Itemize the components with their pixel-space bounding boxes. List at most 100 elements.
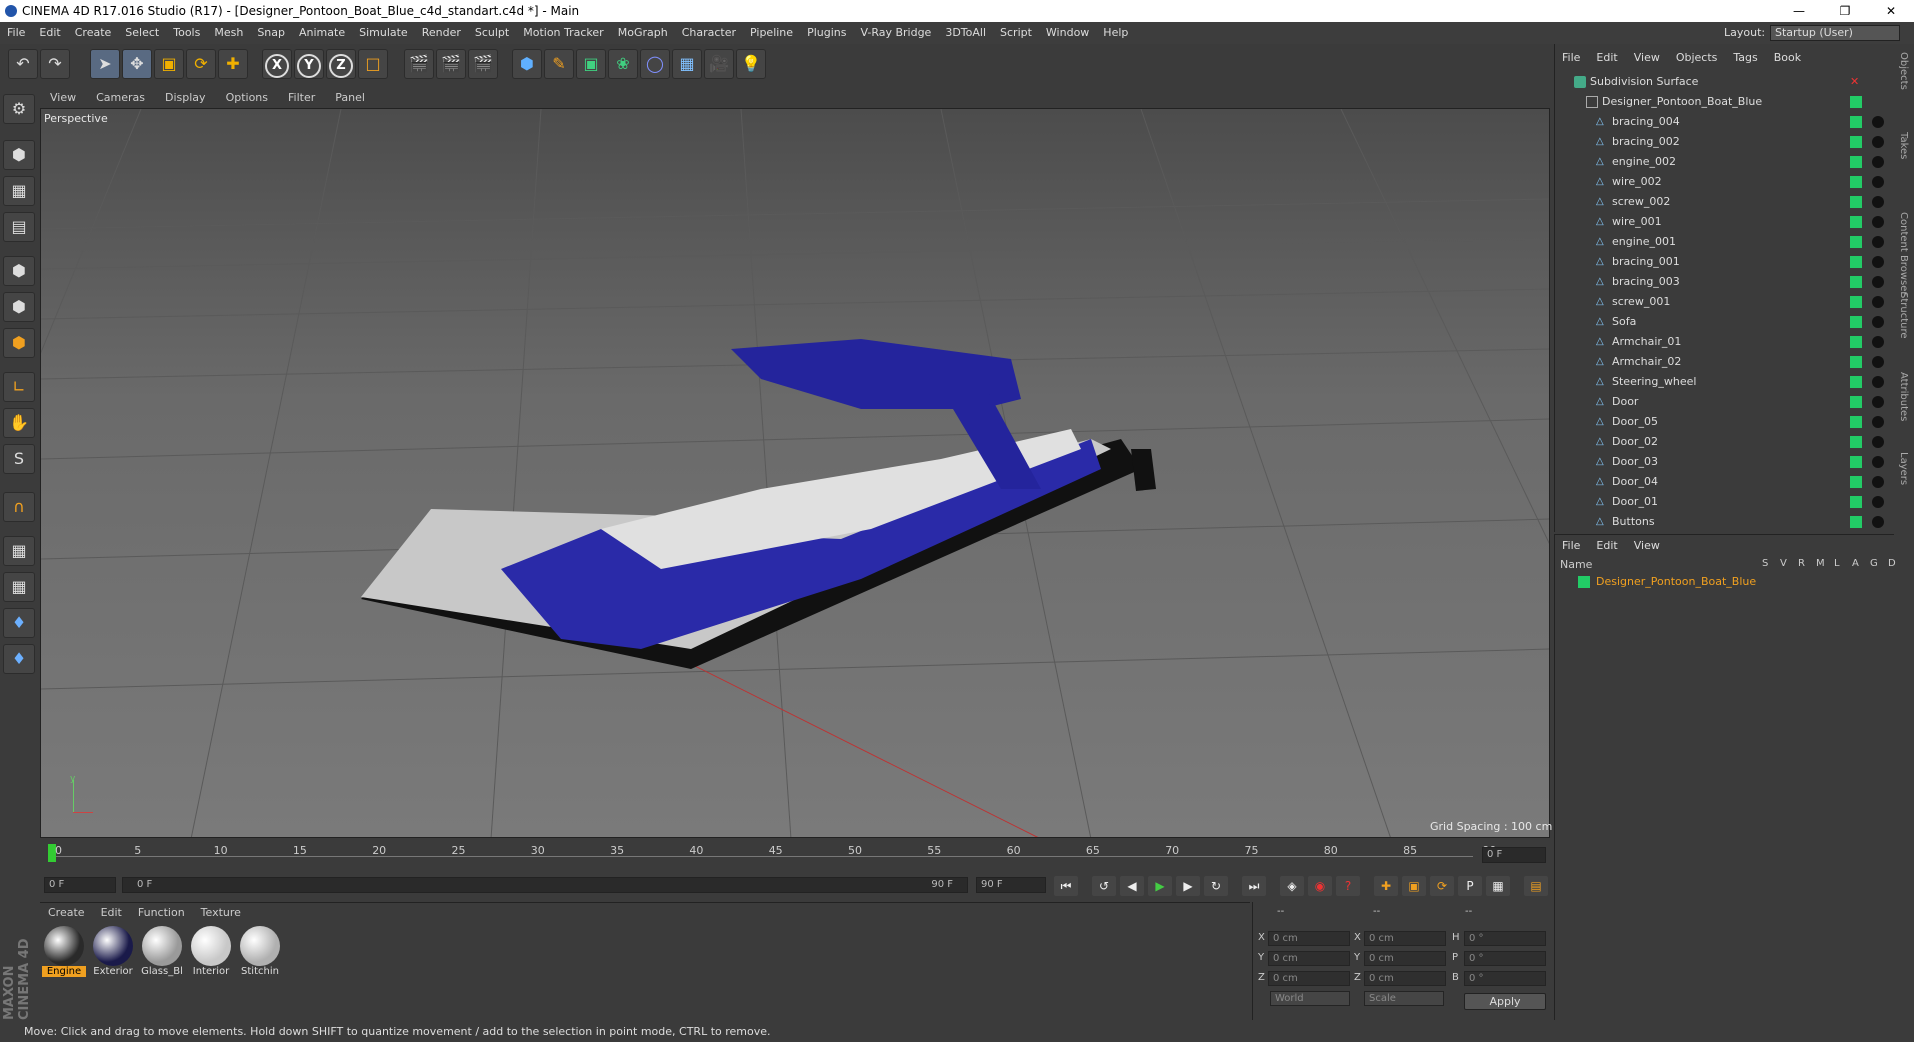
menu-edit[interactable]: Edit bbox=[39, 26, 60, 39]
material-tag-icon[interactable] bbox=[1872, 396, 1884, 408]
viewport-menu-display[interactable]: Display bbox=[165, 91, 206, 104]
cube-icon[interactable]: ⬢ bbox=[512, 49, 542, 79]
menu-help[interactable]: Help bbox=[1103, 26, 1128, 39]
camera-icon[interactable]: 🎥 bbox=[704, 49, 734, 79]
play-icon[interactable]: ▶ bbox=[1148, 876, 1172, 896]
material-tag-icon[interactable] bbox=[1872, 456, 1884, 468]
rotation-field[interactable]: 0 ° bbox=[1464, 951, 1546, 966]
size-field[interactable]: 0 cm bbox=[1364, 931, 1446, 946]
menu-sculpt[interactable]: Sculpt bbox=[475, 26, 509, 39]
model-mode-icon[interactable]: ⬢ bbox=[3, 140, 35, 170]
floor-icon[interactable]: ▦ bbox=[672, 49, 702, 79]
material-menu-texture[interactable]: Texture bbox=[201, 906, 241, 919]
menu-v-ray-bridge[interactable]: V-Ray Bridge bbox=[860, 26, 931, 39]
cloner-icon[interactable]: ❀ bbox=[608, 49, 638, 79]
object-row-group[interactable]: Designer_Pontoon_Boat_Blue bbox=[1554, 92, 1884, 112]
size-field[interactable]: 0 cm bbox=[1364, 971, 1446, 986]
python-icon[interactable]: ♦ bbox=[3, 608, 35, 638]
disable-x-icon[interactable]: ✕ bbox=[1850, 72, 1862, 88]
material-tag-icon[interactable] bbox=[1872, 416, 1884, 428]
viewport-perspective[interactable] bbox=[40, 108, 1550, 838]
material-tag-icon[interactable] bbox=[1872, 316, 1884, 328]
menu-animate[interactable]: Animate bbox=[299, 26, 345, 39]
coordinate-space-dropdown[interactable]: World bbox=[1270, 991, 1350, 1006]
transform-icon[interactable]: ✚ bbox=[218, 49, 248, 79]
material-tag-icon[interactable] bbox=[1872, 116, 1884, 128]
material-tag-icon[interactable] bbox=[1872, 436, 1884, 448]
points-mode-icon[interactable]: ⬢ bbox=[3, 256, 35, 286]
apply-button[interactable]: Apply bbox=[1464, 993, 1546, 1010]
side-tab-structure[interactable]: Structure bbox=[1898, 292, 1909, 339]
object-menu-edit[interactable]: Edit bbox=[1596, 51, 1617, 64]
menu-file[interactable]: File bbox=[7, 26, 25, 39]
x-axis-icon[interactable]: X bbox=[262, 49, 292, 79]
menu-3dtoall[interactable]: 3DToAll bbox=[945, 26, 986, 39]
object-row[interactable]: △ bracing_002 bbox=[1554, 132, 1884, 152]
menu-pipeline[interactable]: Pipeline bbox=[750, 26, 793, 39]
viewport-menu-options[interactable]: Options bbox=[226, 91, 268, 104]
object-row-subdivision[interactable]: Subdivision Surface ✕ bbox=[1554, 72, 1884, 92]
material-tag-icon[interactable] bbox=[1872, 296, 1884, 308]
object-row[interactable]: △ screw_002 bbox=[1554, 192, 1884, 212]
python-script-icon[interactable]: ♦ bbox=[3, 644, 35, 674]
layer-menu-edit[interactable]: Edit bbox=[1596, 539, 1617, 552]
render-picture-viewer-icon[interactable]: 🎬 bbox=[436, 49, 466, 79]
restore-button[interactable]: ❐ bbox=[1822, 0, 1868, 22]
object-row[interactable]: △ bracing_003 bbox=[1554, 272, 1884, 292]
timeline-window-icon[interactable]: ▤ bbox=[1524, 876, 1548, 896]
rotation-field[interactable]: 0 ° bbox=[1464, 931, 1546, 946]
prev-key-icon[interactable]: ↺ bbox=[1092, 876, 1116, 896]
material-tag-icon[interactable] bbox=[1872, 196, 1884, 208]
object-row[interactable]: △ bracing_001 bbox=[1554, 252, 1884, 272]
subdivision-icon[interactable]: ▣ bbox=[576, 49, 606, 79]
material-menu-create[interactable]: Create bbox=[48, 906, 85, 919]
menu-mesh[interactable]: Mesh bbox=[214, 26, 243, 39]
material-tag-icon[interactable] bbox=[1872, 156, 1884, 168]
material-tag-icon[interactable] bbox=[1872, 336, 1884, 348]
material-menu-edit[interactable]: Edit bbox=[101, 906, 122, 919]
object-menu-objects[interactable]: Objects bbox=[1676, 51, 1718, 64]
snap-icon[interactable]: S bbox=[3, 444, 35, 474]
pen-spline-icon[interactable]: ✎ bbox=[544, 49, 574, 79]
object-row[interactable]: △ Armchair_01 bbox=[1554, 332, 1884, 352]
object-row[interactable]: △ bracing_004 bbox=[1554, 112, 1884, 132]
go-to-end-icon[interactable]: ⏭ bbox=[1242, 876, 1266, 896]
object-row[interactable]: △ screw_001 bbox=[1554, 292, 1884, 312]
tweak-mode-icon[interactable]: ✋ bbox=[3, 408, 35, 438]
y-axis-icon[interactable]: Y bbox=[294, 49, 324, 79]
menu-create[interactable]: Create bbox=[75, 26, 112, 39]
menu-script[interactable]: Script bbox=[1000, 26, 1032, 39]
undo-icon[interactable]: ↶ bbox=[8, 49, 38, 79]
object-row[interactable]: △ Steering_wheel bbox=[1554, 372, 1884, 392]
material-tag-icon[interactable] bbox=[1872, 476, 1884, 488]
start-frame-field[interactable]: 0 F bbox=[44, 877, 116, 893]
object-row[interactable]: △ Door_05 bbox=[1554, 412, 1884, 432]
next-key-icon[interactable]: ↻ bbox=[1204, 876, 1228, 896]
object-row[interactable]: △ engine_002 bbox=[1554, 152, 1884, 172]
object-row[interactable]: △ Door_01 bbox=[1554, 492, 1884, 512]
object-menu-file[interactable]: File bbox=[1562, 51, 1580, 64]
viewport-menu-view[interactable]: View bbox=[50, 91, 76, 104]
keyframe-selection-icon[interactable]: ? bbox=[1336, 876, 1360, 896]
key-position-icon[interactable]: ✚ bbox=[1374, 876, 1398, 896]
prev-frame-icon[interactable]: ◀ bbox=[1120, 876, 1144, 896]
material-swatch[interactable]: Exterior bbox=[91, 926, 135, 982]
layer-menu-file[interactable]: File bbox=[1562, 539, 1580, 552]
material-tag-icon[interactable] bbox=[1872, 356, 1884, 368]
material-menu-function[interactable]: Function bbox=[138, 906, 185, 919]
rotation-field[interactable]: 0 ° bbox=[1464, 971, 1546, 986]
menu-plugins[interactable]: Plugins bbox=[807, 26, 846, 39]
viewport-menu-cameras[interactable]: Cameras bbox=[96, 91, 145, 104]
object-row[interactable]: △ Armchair_02 bbox=[1554, 352, 1884, 372]
menu-character[interactable]: Character bbox=[682, 26, 736, 39]
menu-snap[interactable]: Snap bbox=[257, 26, 285, 39]
make-editable-icon[interactable]: ⚙ bbox=[3, 94, 35, 124]
auto-key-icon[interactable]: ◉ bbox=[1308, 876, 1332, 896]
layer-menu-view[interactable]: View bbox=[1634, 539, 1660, 552]
texture-mode-icon[interactable]: ▦ bbox=[3, 176, 35, 206]
object-menu-tags[interactable]: Tags bbox=[1733, 51, 1757, 64]
object-row[interactable]: △ Door bbox=[1554, 392, 1884, 412]
end-frame-field[interactable]: 90 F bbox=[976, 877, 1046, 893]
side-tab-content-browser[interactable]: Content Browser bbox=[1898, 212, 1909, 295]
material-tag-icon[interactable] bbox=[1872, 216, 1884, 228]
